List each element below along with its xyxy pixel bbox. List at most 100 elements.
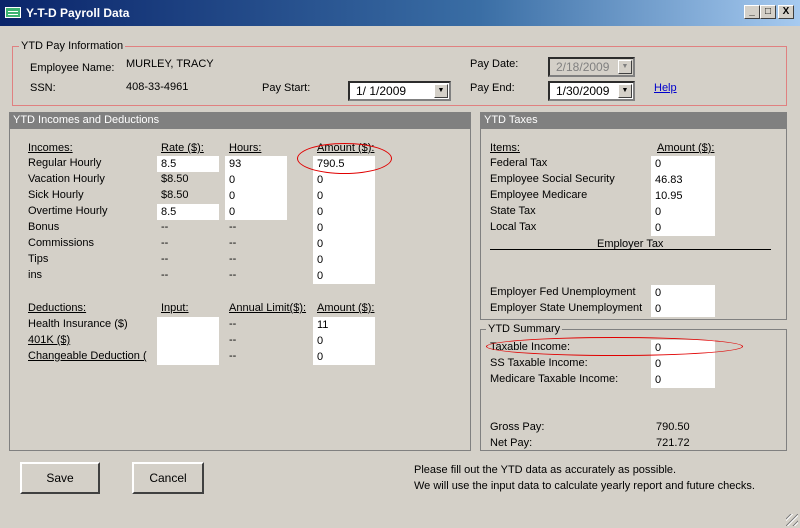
deduction-name-link[interactable]: 401K ($)	[28, 334, 70, 346]
rate-input[interactable]: 8.5	[157, 156, 219, 172]
employer-tax-divider	[490, 249, 771, 250]
income-name: Sick Hourly	[28, 189, 84, 201]
income-name: Bonus	[28, 221, 60, 233]
taxes-section-header: YTD Taxes	[480, 112, 787, 129]
summary-field: 0	[651, 356, 715, 372]
deduction-input[interactable]	[157, 333, 219, 349]
hours-input[interactable]: 0	[225, 172, 287, 188]
deductions-header: Deductions:	[28, 302, 87, 314]
help-link[interactable]: Help	[654, 82, 677, 94]
income-name: ins	[28, 269, 43, 281]
deduction-name: Health Insurance ($)	[28, 318, 128, 330]
amount-field[interactable]: 0	[313, 188, 375, 204]
employee-name-label: Employee Name:	[30, 62, 115, 74]
employer-tax-name: Employer Fed Unemployment	[490, 286, 636, 298]
pay-date-picker: 2/18/2009 ▼	[548, 57, 635, 77]
amount-field[interactable]: 0	[313, 252, 375, 268]
tax-name: Federal Tax	[490, 157, 548, 169]
input-header: Input:	[161, 302, 189, 314]
amount-field[interactable]: 0	[313, 268, 375, 284]
tax-amount-field[interactable]: 0	[651, 156, 715, 172]
dropdown-arrow-icon[interactable]: ▼	[618, 84, 632, 98]
pay-start-label: Pay Start:	[262, 82, 311, 94]
pay-date-value: 2/18/2009	[556, 60, 610, 74]
dropdown-arrow-icon[interactable]: ▼	[434, 84, 448, 98]
instruction-line-2: We will use the input data to calculate …	[414, 480, 755, 492]
maximize-button[interactable]: □	[760, 5, 776, 19]
close-button[interactable]: X	[778, 5, 794, 19]
rate-value: --	[161, 221, 169, 233]
rate-value: $8.50	[161, 173, 189, 185]
tax-name: Employee Social Security	[490, 173, 615, 185]
deduction-amount-field[interactable]: 0	[313, 349, 375, 365]
amount-field[interactable]: 0	[313, 204, 375, 220]
hours-value: --	[229, 253, 237, 265]
rate-value: --	[161, 237, 169, 249]
instruction-line-1: Please fill out the YTD data as accurate…	[414, 464, 677, 476]
amount-field[interactable]: 0	[313, 172, 375, 188]
income-name: Overtime Hourly	[28, 205, 108, 217]
summary-legend: YTD Summary	[486, 323, 563, 335]
cancel-button[interactable]: Cancel	[132, 462, 204, 494]
annotation-oval-taxable-income	[486, 337, 743, 356]
title-bar: Y-T-D Payroll Data _ □ X	[0, 0, 800, 26]
deduction-input[interactable]	[157, 317, 219, 333]
hours-value: --	[229, 269, 237, 281]
rate-input[interactable]: 8.5	[157, 204, 219, 220]
incomes-header: Incomes:	[28, 142, 73, 154]
hours-header: Hours:	[229, 142, 262, 154]
income-name: Regular Hourly	[28, 157, 102, 169]
hours-input[interactable]: 0	[225, 204, 287, 220]
tax-amount-header: Amount ($):	[657, 142, 715, 154]
deduction-amount-header: Amount ($):	[317, 302, 375, 314]
rate-value: $8.50	[161, 189, 189, 201]
income-name: Commissions	[28, 237, 95, 249]
tax-name: State Tax	[490, 205, 536, 217]
gross-pay-label: Gross Pay:	[490, 421, 545, 433]
employer-tax-field[interactable]: 0	[651, 301, 715, 317]
summary-name: SS Taxable Income:	[490, 357, 588, 369]
pay-end-value: 1/30/2009	[556, 84, 610, 98]
pay-start-picker[interactable]: 1/ 1/2009 ▼	[348, 81, 451, 101]
net-pay-value: 721.72	[656, 437, 690, 449]
tax-amount-field[interactable]: 10.95	[651, 188, 715, 204]
resize-grip-icon[interactable]	[786, 514, 798, 526]
app-icon	[5, 7, 21, 18]
employer-tax-name: Employer State Unemployment	[490, 302, 643, 314]
tax-items-header: Items:	[490, 142, 520, 154]
deduction-amount-field[interactable]: 0	[313, 333, 375, 349]
summary-field: 0	[651, 372, 715, 388]
rate-value: --	[161, 253, 169, 265]
tax-name: Employee Medicare	[490, 189, 588, 201]
dropdown-arrow-icon: ▼	[618, 60, 632, 74]
deduction-amount-field[interactable]: 11	[313, 317, 375, 333]
amount-field[interactable]: 0	[313, 220, 375, 236]
pay-info-legend: YTD Pay Information	[19, 40, 126, 52]
save-button[interactable]: Save	[20, 462, 100, 494]
income-name: Tips	[28, 253, 49, 265]
annotation-oval-amount	[297, 143, 392, 174]
employer-tax-field[interactable]: 0	[651, 285, 715, 301]
annual-limit-header: Annual Limit($):	[229, 302, 307, 314]
incomes-section-header: YTD Incomes and Deductions	[9, 112, 471, 129]
pay-end-picker[interactable]: 1/30/2009 ▼	[548, 81, 635, 101]
deduction-name-link[interactable]: Changeable Deduction (	[28, 350, 147, 362]
deduction-input[interactable]	[157, 349, 219, 365]
pay-start-value: 1/ 1/2009	[356, 84, 407, 98]
hours-input[interactable]: 0	[225, 188, 287, 204]
net-pay-label: Net Pay:	[490, 437, 533, 449]
hours-input[interactable]: 93	[225, 156, 287, 172]
income-name: Vacation Hourly	[28, 173, 105, 185]
amount-field[interactable]: 0	[313, 236, 375, 252]
gross-pay-value: 790.50	[656, 421, 690, 433]
minimize-button[interactable]: _	[744, 5, 760, 19]
tax-amount-field[interactable]: 46.83	[651, 172, 715, 188]
pay-end-label: Pay End:	[470, 82, 515, 94]
tax-amount-field[interactable]: 0	[651, 220, 715, 236]
pay-date-label: Pay Date:	[470, 58, 519, 70]
tax-amount-field[interactable]: 0	[651, 204, 715, 220]
rate-value: --	[161, 269, 169, 281]
rate-header: Rate ($):	[161, 142, 204, 154]
hours-value: --	[229, 221, 237, 233]
annual-limit-value: --	[229, 334, 237, 346]
